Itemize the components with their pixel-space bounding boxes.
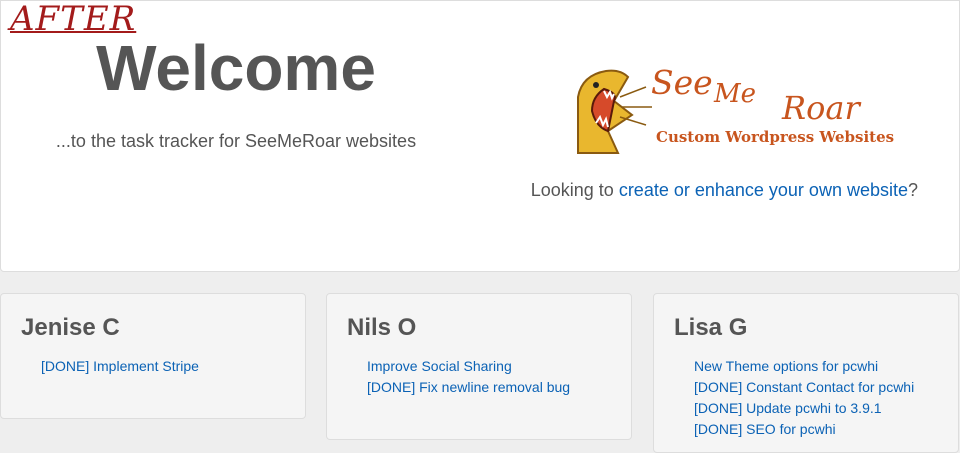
- task-link[interactable]: [DONE] Fix newline removal bug: [367, 379, 570, 395]
- task-list: [DONE] Implement Stripe: [21, 356, 285, 377]
- logo-word-roar: Roar: [782, 89, 860, 127]
- task-list: Improve Social Sharing [DONE] Fix newlin…: [347, 356, 611, 398]
- page-title: Welcome: [96, 32, 376, 104]
- logo-tagline: Custom Wordpress Websites: [656, 128, 895, 146]
- person-card-nils: Nils O Improve Social Sharing [DONE] Fix…: [326, 293, 632, 440]
- task-link[interactable]: [DONE] Update pcwhi to 3.9.1: [694, 400, 882, 416]
- task-link[interactable]: [DONE] SEO for pcwhi: [694, 421, 836, 437]
- person-card-lisa: Lisa G New Theme options for pcwhi [DONE…: [653, 293, 959, 453]
- task-list: New Theme options for pcwhi [DONE] Const…: [674, 356, 938, 440]
- task-link[interactable]: New Theme options for pcwhi: [694, 358, 878, 374]
- see-me-roar-logo: See Me Roar Custom Wordpress Websites: [574, 63, 894, 154]
- person-name: Lisa G: [674, 314, 748, 341]
- cta-link[interactable]: create or enhance your own website: [619, 180, 908, 200]
- list-item: [DONE] Constant Contact for pcwhi: [694, 377, 938, 398]
- logo-word-me: Me: [714, 79, 757, 109]
- logo-word-see: See: [651, 63, 713, 102]
- cta-text: Looking to create or enhance your own we…: [531, 180, 918, 201]
- list-item: New Theme options for pcwhi: [694, 356, 938, 377]
- person-card-jenise: Jenise C [DONE] Implement Stripe: [0, 293, 306, 419]
- page-subtitle: ...to the task tracker for SeeMeRoar web…: [55, 131, 417, 151]
- list-item: Improve Social Sharing: [367, 356, 611, 377]
- cta-prefix: Looking to: [530, 180, 619, 200]
- list-item: [DONE] Fix newline removal bug: [367, 377, 611, 398]
- person-name: Nils O: [347, 314, 417, 341]
- list-item: [DONE] Implement Stripe: [41, 356, 285, 377]
- dinosaur-icon: [577, 69, 652, 154]
- list-item: [DONE] SEO for pcwhi: [694, 419, 938, 440]
- cta-suffix: ?: [907, 180, 918, 200]
- task-link[interactable]: [DONE] Implement Stripe: [41, 358, 199, 374]
- task-link[interactable]: Improve Social Sharing: [367, 358, 512, 374]
- person-name: Jenise C: [21, 314, 120, 341]
- hero-panel: AFTER Welcome ...to the task tracker for…: [0, 0, 960, 272]
- task-link[interactable]: [DONE] Constant Contact for pcwhi: [694, 379, 914, 395]
- list-item: [DONE] Update pcwhi to 3.9.1: [694, 398, 938, 419]
